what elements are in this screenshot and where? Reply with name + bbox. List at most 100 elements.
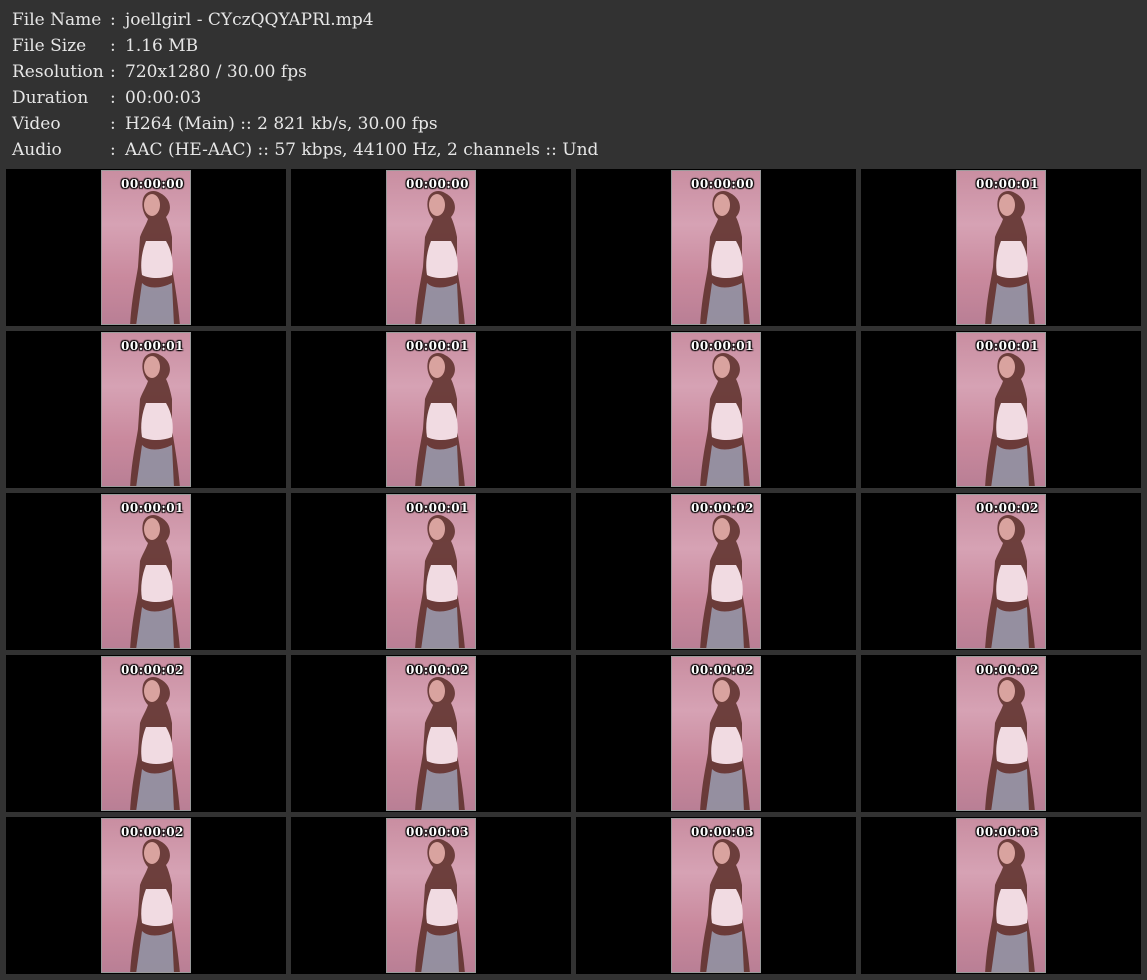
figure-silhouette-icon bbox=[415, 677, 465, 810]
figure-silhouette-icon bbox=[415, 191, 465, 324]
video-frame-thumbnail: 00:00:02 bbox=[956, 494, 1046, 649]
thumbnail-cell: 00:00:01 bbox=[291, 331, 571, 488]
video-frame-thumbnail: 00:00:01 bbox=[101, 332, 191, 487]
frame-timestamp: 00:00:01 bbox=[121, 339, 184, 353]
separator-colon: : bbox=[110, 88, 116, 108]
frame-timestamp: 00:00:02 bbox=[976, 663, 1039, 677]
frame-timestamp: 00:00:00 bbox=[691, 177, 754, 191]
thumbnail-cell: 00:00:02 bbox=[291, 655, 571, 812]
figure-silhouette-icon bbox=[415, 839, 465, 972]
thumbnail-cell: 00:00:02 bbox=[576, 655, 856, 812]
video-frame-thumbnail: 00:00:01 bbox=[956, 332, 1046, 487]
video-frame-thumbnail: 00:00:00 bbox=[101, 170, 191, 325]
separator-colon: : bbox=[110, 62, 116, 82]
frame-timestamp: 00:00:02 bbox=[691, 501, 754, 515]
thumbnail-cell: 00:00:02 bbox=[6, 817, 286, 974]
video-frame-thumbnail: 00:00:02 bbox=[101, 818, 191, 973]
figure-silhouette-icon bbox=[985, 191, 1035, 324]
thumbnail-cell: 00:00:01 bbox=[576, 331, 856, 488]
thumbnail-cell: 00:00:02 bbox=[576, 493, 856, 650]
figure-silhouette-icon bbox=[700, 515, 750, 648]
video-frame-thumbnail: 00:00:01 bbox=[101, 494, 191, 649]
video-frame-thumbnail: 00:00:01 bbox=[386, 332, 476, 487]
frame-timestamp: 00:00:01 bbox=[406, 339, 469, 353]
file-name-row: File Name : joellgirl - CYczQQYAPRl.mp4 bbox=[12, 7, 1132, 33]
thumbnail-cell: 00:00:03 bbox=[576, 817, 856, 974]
frame-timestamp: 00:00:02 bbox=[121, 663, 184, 677]
resolution-label: Resolution bbox=[12, 62, 104, 82]
file-info-header: File Name : joellgirl - CYczQQYAPRl.mp4 … bbox=[12, 7, 1132, 167]
thumbnail-cell: 00:00:02 bbox=[6, 655, 286, 812]
figure-silhouette-icon bbox=[985, 515, 1035, 648]
frame-timestamp: 00:00:03 bbox=[976, 825, 1039, 839]
figure-silhouette-icon bbox=[700, 353, 750, 486]
video-frame-thumbnail: 00:00:01 bbox=[956, 170, 1046, 325]
video-frame-thumbnail: 00:00:03 bbox=[671, 818, 761, 973]
thumbnail-cell: 00:00:01 bbox=[861, 331, 1141, 488]
frame-timestamp: 00:00:01 bbox=[121, 501, 184, 515]
video-label: Video bbox=[12, 114, 61, 134]
frame-timestamp: 00:00:00 bbox=[121, 177, 184, 191]
video-frame-thumbnail: 00:00:00 bbox=[671, 170, 761, 325]
video-value: H264 (Main) :: 2 821 kb/s, 30.00 fps bbox=[125, 114, 438, 134]
duration-row: Duration : 00:00:03 bbox=[12, 85, 1132, 111]
frame-timestamp: 00:00:02 bbox=[691, 663, 754, 677]
thumbnail-cell: 00:00:02 bbox=[861, 493, 1141, 650]
file-size-row: File Size : 1.16 MB bbox=[12, 33, 1132, 59]
video-row: Video : H264 (Main) :: 2 821 kb/s, 30.00… bbox=[12, 111, 1132, 137]
figure-silhouette-icon bbox=[130, 191, 180, 324]
figure-silhouette-icon bbox=[130, 839, 180, 972]
video-frame-thumbnail: 00:00:02 bbox=[101, 656, 191, 811]
duration-value: 00:00:03 bbox=[125, 88, 202, 108]
audio-value: AAC (HE-AAC) :: 57 kbps, 44100 Hz, 2 cha… bbox=[125, 140, 599, 160]
thumbnail-cell: 00:00:00 bbox=[576, 169, 856, 326]
separator-colon: : bbox=[110, 36, 116, 56]
file-name-label: File Name bbox=[12, 10, 102, 30]
file-name-value: joellgirl - CYczQQYAPRl.mp4 bbox=[125, 10, 374, 30]
video-frame-thumbnail: 00:00:01 bbox=[671, 332, 761, 487]
figure-silhouette-icon bbox=[700, 839, 750, 972]
frame-timestamp: 00:00:02 bbox=[976, 501, 1039, 515]
frame-timestamp: 00:00:00 bbox=[406, 177, 469, 191]
resolution-value: 720x1280 / 30.00 fps bbox=[125, 62, 307, 82]
video-frame-thumbnail: 00:00:00 bbox=[386, 170, 476, 325]
figure-silhouette-icon bbox=[415, 515, 465, 648]
figure-silhouette-icon bbox=[700, 677, 750, 810]
figure-silhouette-icon bbox=[985, 353, 1035, 486]
video-frame-thumbnail: 00:00:02 bbox=[386, 656, 476, 811]
frame-timestamp: 00:00:02 bbox=[121, 825, 184, 839]
file-size-value: 1.16 MB bbox=[125, 36, 199, 56]
video-frame-thumbnail: 00:00:02 bbox=[671, 656, 761, 811]
thumbnail-cell: 00:00:01 bbox=[6, 493, 286, 650]
frame-timestamp: 00:00:02 bbox=[406, 663, 469, 677]
thumbnail-cell: 00:00:03 bbox=[291, 817, 571, 974]
frame-timestamp: 00:00:01 bbox=[406, 501, 469, 515]
figure-silhouette-icon bbox=[415, 353, 465, 486]
frame-timestamp: 00:00:03 bbox=[691, 825, 754, 839]
thumbnail-cell: 00:00:03 bbox=[861, 817, 1141, 974]
figure-silhouette-icon bbox=[130, 353, 180, 486]
audio-row: Audio : AAC (HE-AAC) :: 57 kbps, 44100 H… bbox=[12, 137, 1132, 163]
frame-timestamp: 00:00:01 bbox=[976, 177, 1039, 191]
frame-timestamp: 00:00:01 bbox=[691, 339, 754, 353]
thumbnail-cell: 00:00:01 bbox=[6, 331, 286, 488]
resolution-row: Resolution : 720x1280 / 30.00 fps bbox=[12, 59, 1132, 85]
separator-colon: : bbox=[110, 114, 116, 134]
thumbnail-grid: 00:00:00 00:00:00 00:00:00 00:00:01 00:00:01… bbox=[6, 169, 1141, 977]
figure-silhouette-icon bbox=[985, 839, 1035, 972]
video-frame-thumbnail: 00:00:02 bbox=[956, 656, 1046, 811]
duration-label: Duration bbox=[12, 88, 89, 108]
video-frame-thumbnail: 00:00:03 bbox=[386, 818, 476, 973]
video-frame-thumbnail: 00:00:02 bbox=[671, 494, 761, 649]
figure-silhouette-icon bbox=[130, 515, 180, 648]
frame-timestamp: 00:00:01 bbox=[976, 339, 1039, 353]
thumbnail-cell: 00:00:00 bbox=[291, 169, 571, 326]
figure-silhouette-icon bbox=[700, 191, 750, 324]
thumbnail-cell: 00:00:02 bbox=[861, 655, 1141, 812]
figure-silhouette-icon bbox=[985, 677, 1035, 810]
figure-silhouette-icon bbox=[130, 677, 180, 810]
video-frame-thumbnail: 00:00:01 bbox=[386, 494, 476, 649]
audio-label: Audio bbox=[12, 140, 62, 160]
thumbnail-cell: 00:00:01 bbox=[291, 493, 571, 650]
frame-timestamp: 00:00:03 bbox=[406, 825, 469, 839]
